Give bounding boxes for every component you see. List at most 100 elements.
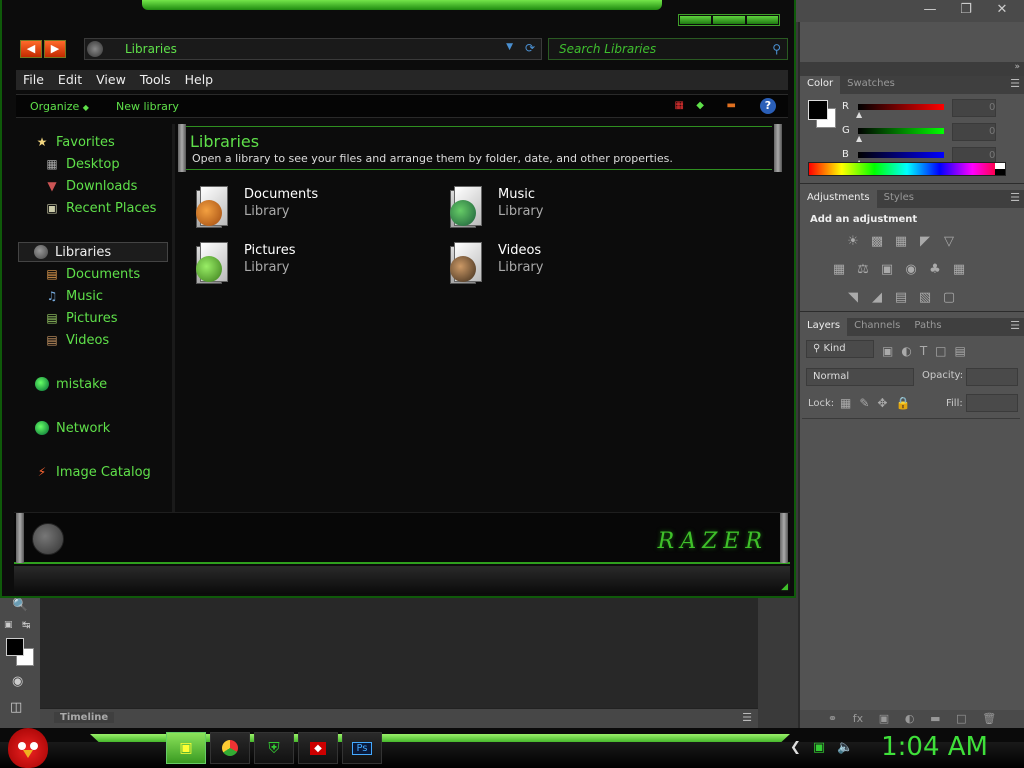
- trash-icon[interactable]: 🗑: [982, 712, 996, 726]
- vibrance-icon[interactable]: ▽: [940, 232, 958, 250]
- minimize-icon[interactable]: —: [914, 0, 946, 18]
- nav-network[interactable]: Network: [34, 418, 110, 438]
- lock-pixels-icon[interactable]: ✎: [859, 396, 869, 410]
- quick-mask-icon[interactable]: ◉: [12, 674, 23, 689]
- search-input[interactable]: Search Libraries ⚲: [548, 38, 788, 60]
- blend-mode-select[interactable]: Normal: [806, 368, 914, 386]
- back-button[interactable]: ◀: [20, 40, 42, 58]
- tab-channels[interactable]: Channels: [847, 318, 907, 336]
- panel-menu-icon[interactable]: ☰: [1010, 191, 1020, 204]
- taskbar-security-button[interactable]: ⛨: [254, 732, 294, 764]
- refresh-icon[interactable]: ⟳: [525, 41, 535, 55]
- close-icon[interactable]: ✕: [986, 0, 1018, 18]
- layer-style-icon[interactable]: fx: [853, 712, 863, 726]
- shape-filter-icon[interactable]: □: [935, 344, 946, 358]
- adjustment-filter-icon[interactable]: ◐: [901, 344, 911, 358]
- color-lookup-icon[interactable]: ▦: [950, 260, 968, 278]
- nav-videos[interactable]: ▤ Videos: [44, 330, 109, 350]
- library-music[interactable]: Music Library: [448, 186, 543, 230]
- view-dropdown-icon[interactable]: ◆: [696, 100, 704, 111]
- swap-colors-icon[interactable]: ↹: [22, 620, 30, 631]
- taskbar-clock[interactable]: 1:04 AM: [881, 732, 988, 762]
- resize-grip-icon[interactable]: ◢: [781, 582, 788, 592]
- blue-slider[interactable]: [858, 152, 944, 158]
- menu-view[interactable]: View: [89, 70, 133, 90]
- posterize-icon[interactable]: ◢: [868, 288, 886, 306]
- tray-arrow-icon[interactable]: ❮: [790, 740, 801, 755]
- help-icon[interactable]: ?: [760, 98, 776, 114]
- taskbar-acrobat-button[interactable]: ◆: [298, 732, 338, 764]
- restore-icon[interactable]: ❐: [950, 0, 982, 18]
- tab-layers[interactable]: Layers: [800, 318, 848, 336]
- panel-menu-icon[interactable]: ☰: [742, 711, 752, 724]
- red-slider[interactable]: [858, 104, 944, 110]
- close-button[interactable]: [746, 16, 778, 24]
- network-tray-icon[interactable]: ▣: [813, 740, 825, 755]
- menu-file[interactable]: File: [16, 70, 51, 90]
- layer-kind-filter[interactable]: ⚲ Kind: [806, 340, 874, 358]
- nav-documents[interactable]: ▤ Documents: [44, 264, 140, 284]
- minimize-button[interactable]: [680, 16, 712, 24]
- levels-icon[interactable]: ▩: [868, 232, 886, 250]
- nav-recent-places[interactable]: ▣ Recent Places: [44, 198, 156, 218]
- menu-edit[interactable]: Edit: [51, 70, 89, 90]
- library-documents[interactable]: Documents Library: [194, 186, 318, 230]
- nav-pictures[interactable]: ▤ Pictures: [44, 308, 117, 328]
- green-slider[interactable]: [858, 128, 944, 134]
- view-options-icon[interactable]: ▦: [675, 100, 684, 111]
- menu-help[interactable]: Help: [178, 70, 221, 90]
- brightness-icon[interactable]: ☀: [844, 232, 862, 250]
- library-pictures[interactable]: Pictures Library: [194, 242, 295, 286]
- taskbar-photoshop-button[interactable]: Ps: [342, 732, 382, 764]
- tab-paths[interactable]: Paths: [907, 318, 948, 336]
- channel-mixer-icon[interactable]: ♣: [926, 260, 944, 278]
- default-colors-icon[interactable]: ▣: [4, 620, 13, 630]
- panel-menu-icon[interactable]: ☰: [1010, 319, 1020, 332]
- maximize-button[interactable]: [713, 16, 745, 24]
- nav-favorites[interactable]: ★ Favorites: [34, 132, 115, 152]
- foreground-color-swatch[interactable]: [6, 638, 24, 656]
- tab-styles[interactable]: Styles: [877, 190, 921, 208]
- nav-desktop[interactable]: ▦ Desktop: [44, 154, 119, 174]
- taskbar-explorer-button[interactable]: ▣: [166, 732, 206, 764]
- organize-button[interactable]: Organize ◆: [30, 100, 89, 113]
- preview-pane-icon[interactable]: ▬: [727, 100, 736, 111]
- lock-transparency-icon[interactable]: ▦: [840, 396, 851, 410]
- color-spectrum-ramp[interactable]: [808, 162, 1006, 176]
- layer-mask-icon[interactable]: ▣: [879, 712, 889, 726]
- threshold-icon[interactable]: ▤: [892, 288, 910, 306]
- nav-music[interactable]: ♫ Music: [44, 286, 103, 306]
- gradient-map-icon[interactable]: ▧: [916, 288, 934, 306]
- volume-icon[interactable]: 🔈: [837, 740, 853, 755]
- photo-filter-icon[interactable]: ◉: [902, 260, 920, 278]
- invert-icon[interactable]: ◥: [844, 288, 862, 306]
- new-library-button[interactable]: New library: [116, 100, 179, 113]
- black-white-icon[interactable]: ▣: [878, 260, 896, 278]
- adjustment-layer-icon[interactable]: ◐: [905, 712, 915, 726]
- slider-knob-icon[interactable]: ▲: [856, 134, 862, 143]
- nav-image-catalog[interactable]: ⚡ Image Catalog: [34, 462, 151, 482]
- slider-knob-icon[interactable]: ▲: [856, 110, 862, 119]
- search-icon[interactable]: ⚲: [772, 42, 781, 56]
- zoom-tool-icon[interactable]: 🔍: [12, 598, 28, 613]
- type-filter-icon[interactable]: T: [920, 344, 927, 358]
- selective-color-icon[interactable]: ▢: [940, 288, 958, 306]
- fill-input[interactable]: [966, 394, 1018, 412]
- panel-collapse-strip[interactable]: »: [800, 62, 1024, 76]
- menu-tools[interactable]: Tools: [133, 70, 178, 90]
- nav-libraries[interactable]: Libraries: [18, 242, 168, 262]
- tab-swatches[interactable]: Swatches: [840, 76, 902, 94]
- start-button[interactable]: [8, 728, 48, 768]
- lock-all-icon[interactable]: 🔒: [895, 396, 910, 410]
- link-layers-icon[interactable]: ⚭: [828, 712, 837, 726]
- pixel-filter-icon[interactable]: ▣: [882, 344, 893, 358]
- library-videos[interactable]: Videos Library: [448, 242, 543, 286]
- opacity-input[interactable]: [966, 368, 1018, 386]
- curves-icon[interactable]: ▦: [892, 232, 910, 250]
- taskbar-chrome-button[interactable]: [210, 732, 250, 764]
- smart-object-filter-icon[interactable]: ▤: [955, 344, 966, 358]
- nav-mistake[interactable]: mistake: [34, 374, 107, 394]
- hue-saturation-icon[interactable]: ▦: [830, 260, 848, 278]
- green-value-input[interactable]: 0: [952, 123, 996, 141]
- chevron-down-icon[interactable]: ▼: [506, 42, 513, 52]
